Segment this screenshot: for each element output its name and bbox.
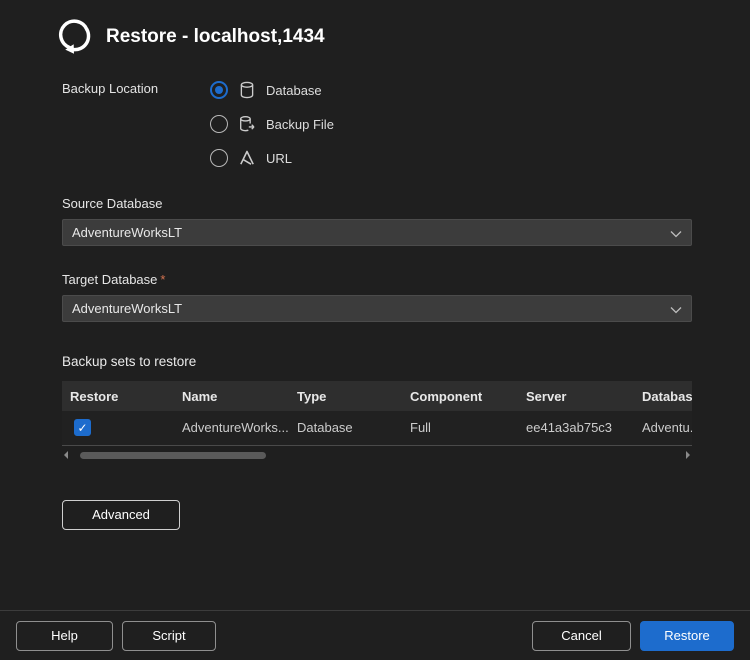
cell-server: ee41a3ab75c3 bbox=[518, 411, 634, 445]
chevron-down-icon bbox=[670, 306, 682, 314]
column-header-type[interactable]: Type bbox=[289, 381, 402, 411]
dialog-title: Restore - localhost,1434 bbox=[106, 26, 325, 48]
scrollbar-thumb[interactable] bbox=[80, 452, 266, 459]
cell-type: Database bbox=[289, 411, 402, 445]
column-header-server[interactable]: Server bbox=[518, 381, 634, 411]
source-database-value: AdventureWorksLT bbox=[72, 225, 182, 240]
table-row[interactable]: AdventureWorks... Database Full ee41a3ab… bbox=[62, 411, 692, 445]
chevron-down-icon bbox=[670, 230, 682, 238]
radio-button-backup-file[interactable] bbox=[210, 115, 228, 133]
source-database-label: Source Database bbox=[62, 196, 692, 211]
dialog-body: Backup Location Database bbox=[0, 78, 750, 530]
backup-sets-label: Backup sets to restore bbox=[62, 354, 692, 369]
backup-location-section: Backup Location Database bbox=[62, 78, 692, 170]
radio-button-url[interactable] bbox=[210, 149, 228, 167]
backup-location-radio-group: Database Backup File bbox=[210, 78, 334, 170]
database-icon bbox=[237, 80, 257, 100]
restore-icon bbox=[56, 16, 98, 58]
cancel-button[interactable]: Cancel bbox=[532, 621, 631, 651]
column-header-restore[interactable]: Restore bbox=[62, 381, 174, 411]
required-asterisk: * bbox=[160, 272, 165, 287]
backup-sets-table: Restore Name Type Component Server Datab… bbox=[62, 381, 692, 446]
radio-label-url: URL bbox=[266, 151, 292, 166]
scrollbar-track[interactable] bbox=[74, 449, 680, 462]
backup-location-label: Backup Location bbox=[62, 78, 210, 170]
radio-label-backup-file: Backup File bbox=[266, 117, 334, 132]
table-header-row: Restore Name Type Component Server Datab… bbox=[62, 381, 692, 411]
column-header-database[interactable]: Database bbox=[634, 381, 692, 411]
column-header-component[interactable]: Component bbox=[402, 381, 518, 411]
radio-option-url[interactable]: URL bbox=[210, 146, 334, 170]
column-header-name[interactable]: Name bbox=[174, 381, 289, 411]
restore-checkbox[interactable] bbox=[74, 419, 91, 436]
cell-database: Adventu... bbox=[634, 411, 692, 445]
dialog-footer: Help Script Cancel Restore bbox=[0, 610, 750, 660]
target-database-value: AdventureWorksLT bbox=[72, 301, 182, 316]
backup-file-icon bbox=[237, 114, 257, 134]
target-database-label: Target Database* bbox=[62, 272, 692, 287]
restore-button[interactable]: Restore bbox=[640, 621, 734, 651]
scroll-left-arrow[interactable] bbox=[62, 449, 74, 461]
radio-label-database: Database bbox=[266, 83, 322, 98]
advanced-button[interactable]: Advanced bbox=[62, 500, 180, 530]
dialog-header: Restore - localhost,1434 bbox=[0, 0, 750, 58]
target-database-dropdown[interactable]: AdventureWorksLT bbox=[62, 295, 692, 322]
scroll-right-arrow[interactable] bbox=[680, 449, 692, 461]
cell-component: Full bbox=[402, 411, 518, 445]
help-button[interactable]: Help bbox=[16, 621, 113, 651]
script-button[interactable]: Script bbox=[122, 621, 216, 651]
radio-option-database[interactable]: Database bbox=[210, 78, 334, 102]
horizontal-scrollbar[interactable] bbox=[62, 449, 692, 462]
cell-name: AdventureWorks... bbox=[174, 411, 289, 445]
radio-option-backup-file[interactable]: Backup File bbox=[210, 112, 334, 136]
source-database-dropdown[interactable]: AdventureWorksLT bbox=[62, 219, 692, 246]
url-azure-icon bbox=[237, 148, 257, 168]
radio-button-database[interactable] bbox=[210, 81, 228, 99]
